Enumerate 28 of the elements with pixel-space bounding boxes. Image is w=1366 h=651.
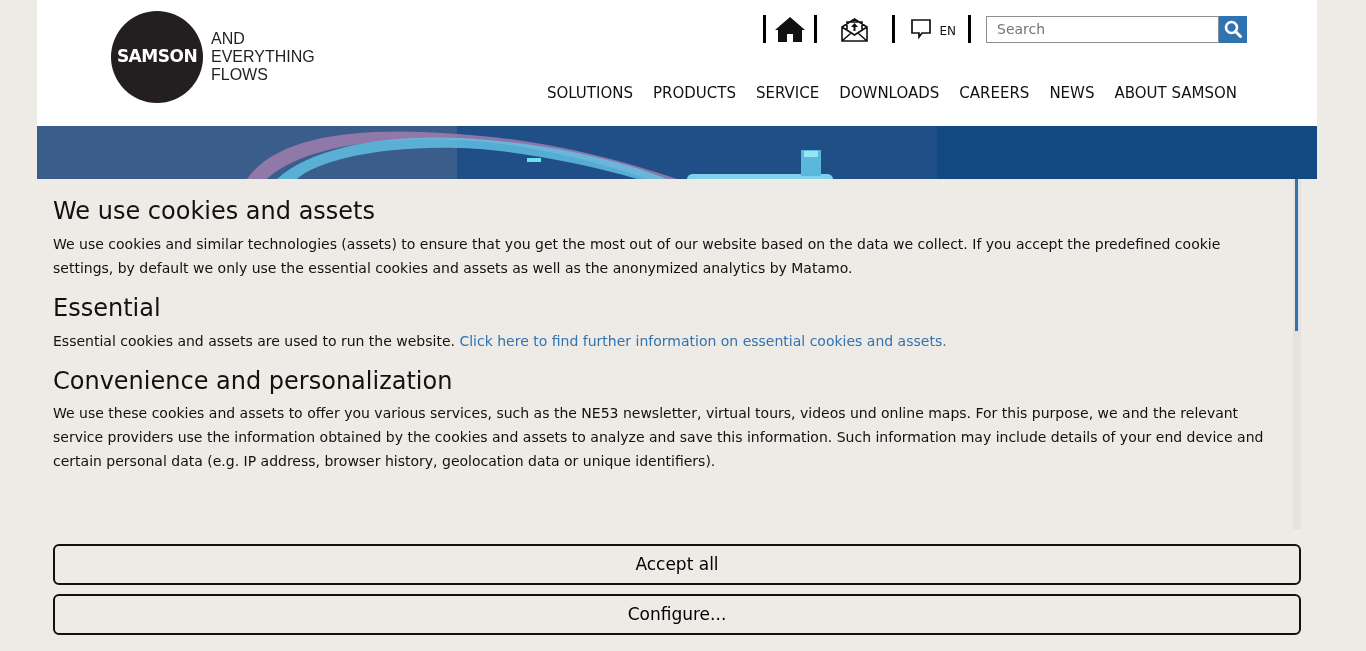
search-field[interactable]: Search bbox=[986, 15, 1219, 43]
section-text: Essential cookies and assets are used to run the website. Click here to find further information on essential cookies and assets. bbox=[53, 331, 948, 351]
section-heading: Convenience and personalization bbox=[53, 366, 454, 396]
configure-button[interactable]: Configure... bbox=[53, 594, 1301, 635]
logo-tagline: EVERYTHING bbox=[211, 48, 315, 66]
nav-link[interactable]: PRODUCTS bbox=[653, 82, 736, 105]
search-icon bbox=[1224, 20, 1242, 38]
nav-link[interactable]: ABOUT SAMSON bbox=[1114, 82, 1237, 105]
nav-link[interactable]: SOLUTIONS bbox=[546, 82, 633, 105]
section-text: We use cookies and similar technologies (assets) to ensure that you get the most out of our website based on the data we collect. If you accept the predefined cookie settings, by default we only use the essential cookies and assets as well as the anonymized analytics by Matamo. bbox=[53, 234, 1222, 278]
speech-bubble-icon[interactable] bbox=[911, 19, 932, 39]
envelope-icon[interactable] bbox=[841, 16, 869, 42]
nav-link[interactable]: NEWS bbox=[1049, 82, 1095, 105]
logo-tagline: AND bbox=[211, 30, 246, 48]
info-link[interactable]: Click here to find further information on essential cookies and assets. bbox=[459, 332, 947, 349]
accept-button[interactable]: Accept all bbox=[53, 544, 1301, 585]
section-text: We use these cookies and assets to offer you various services, such as the NE53 newsletter, virtual tours, videos und online maps. For this purpose, we and the relevant service providers use the information obtained by the cookies and assets to analyze and save this information. Such information may include details of your end device and certain personal data (e.g. IP address, browser history, geolocation data or unique identifiers). bbox=[53, 404, 1265, 472]
section-heading: We use cookies and assets bbox=[53, 197, 377, 226]
language-link[interactable]: EN bbox=[939, 22, 956, 40]
section-heading: Essential bbox=[53, 293, 162, 323]
logo-mark[interactable]: SAMSON bbox=[111, 11, 203, 103]
nav-link[interactable]: DOWNLOADS bbox=[839, 82, 940, 105]
search-button[interactable] bbox=[1219, 15, 1247, 43]
nav-link[interactable]: CAREERS bbox=[959, 82, 1030, 105]
home-icon[interactable] bbox=[774, 16, 807, 42]
nav-link[interactable]: SERVICE bbox=[755, 82, 820, 105]
scrollbar[interactable] bbox=[1293, 179, 1301, 529]
logo-tagline: FLOWS bbox=[211, 66, 269, 84]
